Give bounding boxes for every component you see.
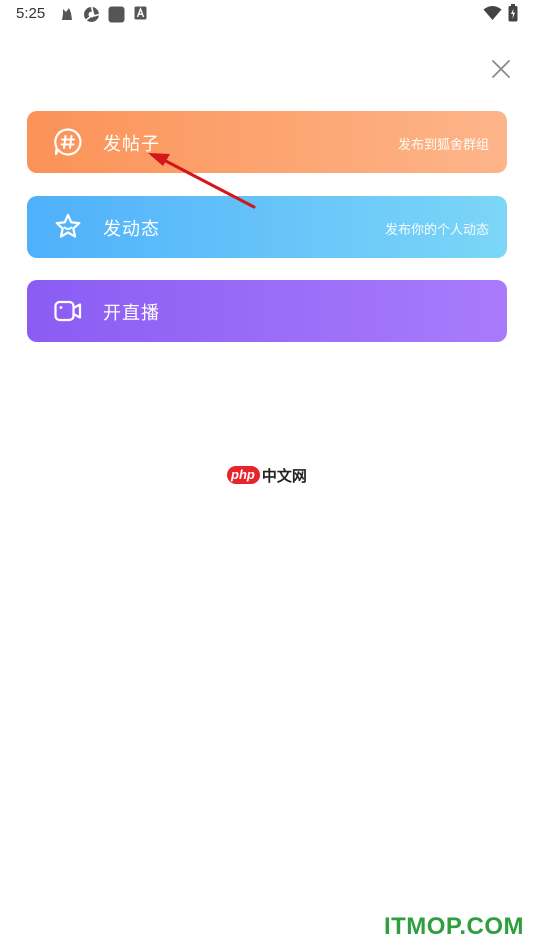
live-button[interactable]: 开直播 [27,280,507,342]
dynamic-title: 发动态 [103,219,160,240]
square-icon [108,6,125,23]
close-button[interactable] [488,56,514,82]
post-button[interactable]: 发帖子 发布到狐舍群组 [27,111,507,173]
close-icon [492,60,510,78]
site-watermark: ITMOP.COM [383,913,524,940]
php-text: 中文网 [261,466,307,485]
star-icon [55,213,81,238]
video-camera-icon [54,300,82,322]
php-watermark: php 中文网 [227,464,307,486]
dynamic-button[interactable]: 发动态 发布你的个人动态 [27,196,507,258]
wifi-icon [483,6,502,20]
battery-icon [508,4,518,22]
a-icon [134,6,147,20]
hashtag-bubble-icon [54,128,82,156]
app-icon [84,6,100,22]
php-pill: php [227,466,260,484]
post-title: 发帖子 [103,134,160,155]
dynamic-subtitle: 发布你的个人动态 [384,223,489,238]
status-time: 5:25 [16,5,46,22]
post-subtitle: 发布到狐舍群组 [397,138,489,153]
notification-icon [62,8,72,20]
live-title: 开直播 [103,303,160,324]
status-bar: 5:25 [0,0,534,28]
